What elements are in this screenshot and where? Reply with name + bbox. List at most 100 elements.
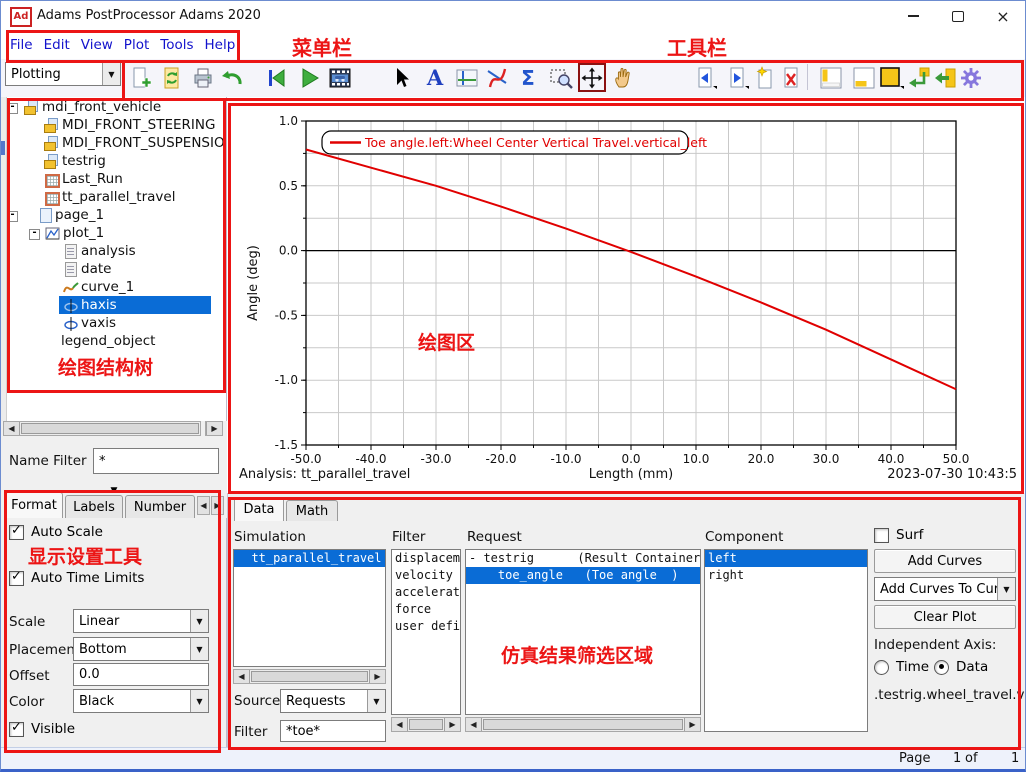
list-item[interactable]: - testrig (Result Container xyxy=(466,550,700,567)
delete-page-icon[interactable] xyxy=(777,63,805,92)
play-animation-icon[interactable] xyxy=(295,63,323,92)
settings-gear-icon[interactable] xyxy=(957,63,985,92)
plot-limits-icon[interactable] xyxy=(453,63,481,92)
time-radio[interactable] xyxy=(874,660,889,675)
offset-input[interactable] xyxy=(73,663,209,686)
layout-bottom-strip-icon[interactable] xyxy=(850,63,878,92)
minimize-button[interactable] xyxy=(891,1,935,31)
component-list[interactable]: left right xyxy=(704,549,868,732)
collapse-icon[interactable] xyxy=(7,211,18,222)
menu-edit[interactable]: Edit xyxy=(44,37,70,53)
auto-time-limits-checkbox[interactable] xyxy=(9,571,24,586)
add-curves-button[interactable]: Add Curves xyxy=(874,549,1016,573)
pane-scroll-right-button[interactable]: ▶ xyxy=(205,421,223,436)
new-page-icon[interactable] xyxy=(127,63,155,92)
skip-to-start-icon[interactable] xyxy=(262,63,290,92)
drag-hand-icon[interactable] xyxy=(610,63,638,92)
layout-left-strip-icon[interactable] xyxy=(817,63,845,92)
scroll-left-icon[interactable]: ◀ xyxy=(466,718,482,731)
print-icon[interactable] xyxy=(189,63,217,92)
collapse-icon[interactable] xyxy=(7,103,18,114)
swap-view-icon[interactable] xyxy=(905,63,933,92)
import-view-icon[interactable] xyxy=(931,63,959,92)
scroll-right-icon[interactable]: ▶ xyxy=(444,718,460,731)
scroll-right-icon[interactable]: ▶ xyxy=(206,422,222,435)
tab-scroll-left-button[interactable]: ◀ xyxy=(197,496,210,515)
simulation-list-scrollbar[interactable]: ◀▶ xyxy=(233,669,386,684)
placement-select[interactable]: Bottom▼ xyxy=(73,637,209,661)
scroll-left-icon[interactable]: ◀ xyxy=(234,670,250,683)
plot-area[interactable]: -50.0-40.0-30.0-20.0-10.00.010.020.030.0… xyxy=(227,97,1026,493)
tab-format[interactable]: Format xyxy=(5,492,63,518)
animation-movie-icon[interactable] xyxy=(326,63,354,92)
list-item[interactable]: velocity xyxy=(392,567,460,584)
list-item[interactable]: acceleration xyxy=(392,584,460,601)
scroll-left-icon[interactable]: ◀ xyxy=(392,718,408,731)
list-item[interactable]: displacement xyxy=(392,550,460,567)
curve-statistics-icon[interactable]: Σ xyxy=(514,63,542,92)
tab-scroll-right-button[interactable]: ▶ xyxy=(211,496,224,515)
tree-horizontal-scrollbar[interactable]: ◀ xyxy=(3,421,201,436)
plot-canvas[interactable]: -50.0-40.0-30.0-20.0-10.00.010.020.030.0… xyxy=(227,97,1026,493)
tab-labels[interactable]: Labels xyxy=(65,495,123,518)
menu-help[interactable]: Help xyxy=(205,37,236,53)
zoom-box-icon[interactable] xyxy=(547,63,575,92)
menu-file[interactable]: File xyxy=(10,37,33,53)
reload-page-icon[interactable] xyxy=(158,63,186,92)
menu-tools[interactable]: Tools xyxy=(160,37,193,53)
tab-math[interactable]: Math xyxy=(286,500,338,521)
next-page-icon[interactable] xyxy=(725,63,753,92)
menu-view[interactable]: View xyxy=(81,37,113,53)
tree-item-analysis[interactable]: analysis xyxy=(1,243,226,261)
scrollbar-thumb[interactable] xyxy=(251,671,368,682)
source-select[interactable]: Requests▼ xyxy=(280,689,386,713)
name-filter-input[interactable] xyxy=(93,448,219,474)
chevron-down-icon[interactable]: ▼ xyxy=(102,63,120,85)
chevron-down-icon[interactable]: ▼ xyxy=(190,690,208,712)
list-item[interactable]: toe_angle (Toe angle ) xyxy=(466,567,700,584)
filter-type-list[interactable]: displacement velocity acceleration force… xyxy=(391,549,461,715)
previous-page-icon[interactable] xyxy=(693,63,721,92)
scale-select[interactable]: Linear▼ xyxy=(73,609,209,633)
tree-item-model[interactable]: mdi_front_vehicle xyxy=(1,99,226,117)
list-item[interactable]: right xyxy=(705,567,867,584)
edit-curve-icon[interactable] xyxy=(483,63,511,92)
tree-item-subsystem[interactable]: MDI_FRONT_SUSPENSION xyxy=(1,135,226,153)
list-item[interactable]: tt_parallel_travel xyxy=(234,550,385,567)
clear-plot-button[interactable]: Clear Plot xyxy=(874,605,1016,629)
chevron-down-icon[interactable]: ▼ xyxy=(190,610,208,632)
list-item[interactable]: left xyxy=(705,550,867,567)
new-page-2-icon[interactable] xyxy=(751,63,779,92)
pan-view-icon[interactable] xyxy=(578,63,606,92)
tree-item-legend-object[interactable]: legend_object xyxy=(1,333,226,351)
close-button[interactable]: × xyxy=(981,1,1025,31)
scroll-left-icon[interactable]: ◀ xyxy=(4,422,20,435)
chevron-down-icon[interactable]: ▼ xyxy=(190,638,208,660)
list-item[interactable]: user defined xyxy=(392,618,460,635)
scroll-right-icon[interactable]: ▶ xyxy=(684,718,700,731)
auto-scale-checkbox[interactable] xyxy=(9,525,24,540)
tree-item-curve[interactable]: curve_1 xyxy=(1,279,226,297)
request-list[interactable]: - testrig (Result Container toe_angle (T… xyxy=(465,549,701,715)
tree-item-subsystem[interactable]: MDI_FRONT_STEERING xyxy=(1,117,226,135)
tree-item-page[interactable]: page_1 xyxy=(1,207,226,225)
request-list-scrollbar[interactable]: ◀▶ xyxy=(465,717,701,732)
pane-splitter[interactable]: ▼ xyxy=(1,480,227,492)
layout-full-icon[interactable] xyxy=(878,63,906,92)
surf-checkbox[interactable] xyxy=(874,528,889,543)
menu-plot[interactable]: Plot xyxy=(124,37,149,53)
tree-item-plot[interactable]: plot_1 xyxy=(1,225,226,243)
scrollbar-thumb[interactable] xyxy=(21,423,199,434)
list-item[interactable]: force xyxy=(392,601,460,618)
chevron-down-icon[interactable]: ▼ xyxy=(367,690,385,712)
mode-select[interactable]: Plotting ▼ xyxy=(5,62,121,86)
maximize-button[interactable] xyxy=(936,1,980,31)
filter-list-scrollbar[interactable]: ◀▶ xyxy=(391,717,461,732)
filter-input[interactable] xyxy=(280,720,386,742)
select-cursor-icon[interactable] xyxy=(387,63,415,92)
undo-icon[interactable] xyxy=(218,63,246,92)
visible-checkbox[interactable] xyxy=(9,722,24,737)
collapse-icon[interactable] xyxy=(29,229,40,240)
color-select[interactable]: Black▼ xyxy=(73,689,209,713)
data-radio[interactable] xyxy=(934,660,949,675)
